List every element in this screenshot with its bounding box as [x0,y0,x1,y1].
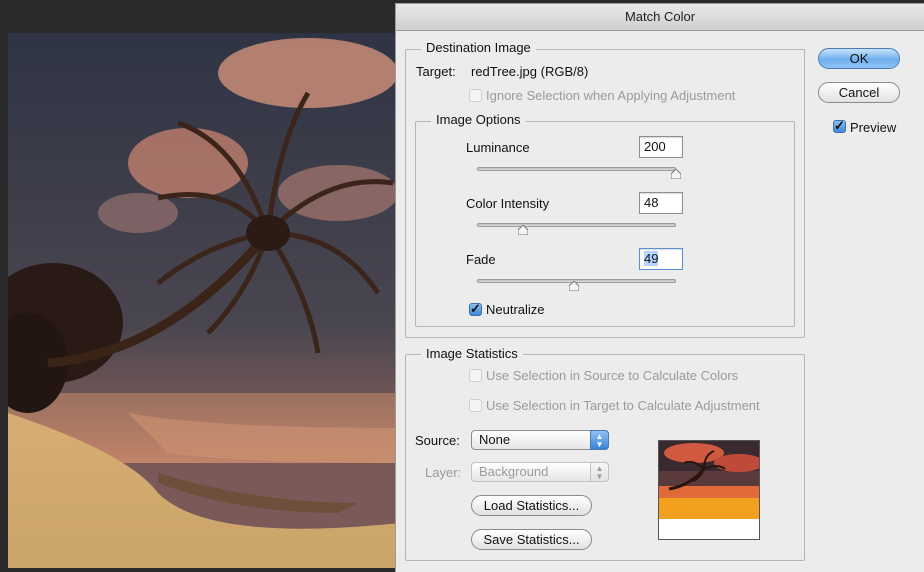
cancel-button[interactable]: Cancel [818,82,900,103]
layer-label: Layer: [425,465,462,480]
color-intensity-slider-track[interactable] [477,223,676,227]
select-arrows-icon: ▲ ▼ [590,430,609,450]
luminance-label: Luminance [466,140,530,155]
beach-palm-image [8,33,400,568]
source-label: Source: [415,433,460,448]
color-intensity-value: 48 [644,195,659,210]
luminance-field[interactable]: 200 [639,136,683,158]
target-label: Target: [416,64,456,79]
ok-button[interactable]: OK [818,48,900,69]
match-color-dialog: Match Color Destination Image Target: re… [395,3,924,572]
image-statistics-title: Image Statistics [421,346,523,361]
neutralize-label: Neutralize [486,302,545,317]
use-source-selection-checkbox[interactable] [469,369,482,382]
preview-checkbox[interactable] [833,118,846,134]
use-target-selection-checkbox[interactable] [469,399,482,412]
target-value: redTree.jpg (RGB/8) [471,64,589,79]
fade-value: 49 [644,251,659,266]
source-select-value: None [479,432,511,447]
source-thumbnail-image [659,441,759,539]
fade-label: Fade [466,252,496,267]
use-target-selection-label: Use Selection in Target to Calculate Adj… [486,398,760,413]
preview-label: Preview [850,120,897,135]
luminance-value: 200 [644,139,666,154]
luminance-slider-track[interactable] [477,167,676,171]
image-options-title: Image Options [431,112,526,127]
fade-slider-thumb[interactable] [569,281,579,291]
color-intensity-label: Color Intensity [466,196,550,211]
ignore-selection-checkbox[interactable] [469,89,482,102]
layer-select-value: Background [479,464,549,479]
ignore-selection-label: Ignore Selection when Applying Adjustmen… [486,88,736,103]
source-preview-thumbnail [658,440,760,540]
use-source-selection-label: Use Selection in Source to Calculate Col… [486,368,739,383]
dialog-title: Match Color [396,4,924,31]
load-statistics-button[interactable]: Load Statistics... [471,495,592,516]
color-intensity-slider-thumb[interactable] [518,225,528,235]
source-select[interactable]: None ▲ ▼ [471,430,609,450]
layer-select[interactable]: Background ▲ ▼ [471,462,609,482]
neutralize-checkbox[interactable] [469,301,482,317]
document-canvas-photo [8,33,400,568]
color-intensity-field[interactable]: 48 [639,192,683,214]
save-statistics-button[interactable]: Save Statistics... [471,529,592,550]
luminance-slider-thumb[interactable] [671,169,681,179]
destination-image-title: Destination Image [421,40,536,55]
fade-field[interactable]: 49 [639,248,683,270]
select-arrows-icon: ▲ ▼ [590,462,609,482]
